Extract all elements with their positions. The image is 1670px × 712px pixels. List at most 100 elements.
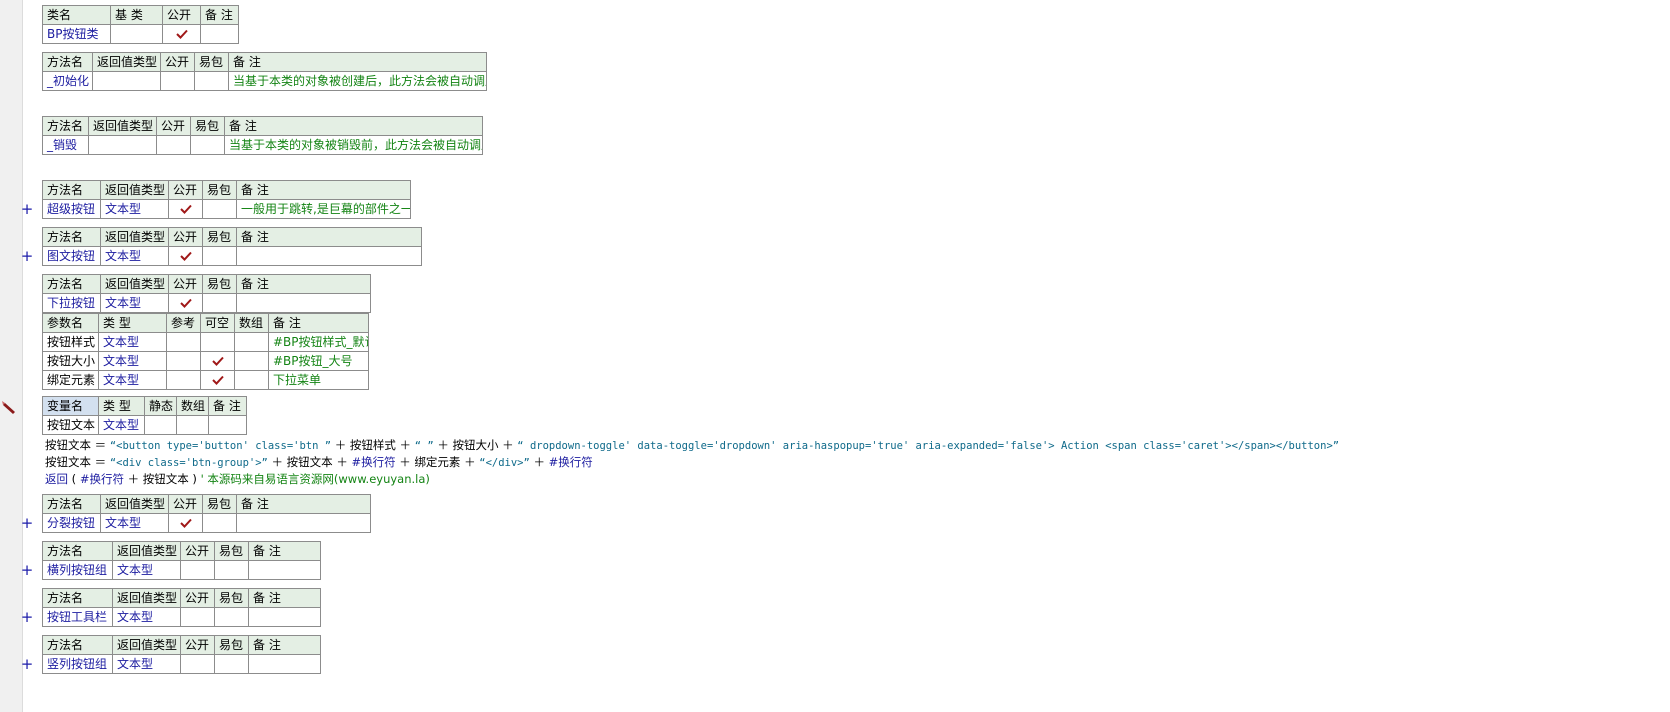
param-note-cell[interactable]: #BP按钮_大号 <box>268 351 369 371</box>
return-type-cell[interactable]: 文本型 <box>100 293 169 313</box>
public-cell[interactable] <box>160 71 195 91</box>
method-note-cell[interactable] <box>236 246 422 266</box>
param-nullable-cell[interactable] <box>200 370 235 390</box>
return-type-cell[interactable] <box>92 71 161 91</box>
class-note-cell[interactable] <box>200 24 239 44</box>
method-row: 横列按钮组 文本型 <box>42 560 321 580</box>
method-header-row: 方法名 返回值类型 公开 易包备 注 <box>42 635 321 655</box>
public-cell[interactable] <box>180 654 215 674</box>
public-cell[interactable] <box>168 293 203 313</box>
expand-plus-icon[interactable]: + <box>20 610 34 625</box>
easy-package-cell[interactable] <box>202 293 237 313</box>
param-array-cell[interactable] <box>234 351 269 371</box>
expand-plus-icon[interactable]: + <box>20 249 34 264</box>
local-var-note-cell[interactable] <box>208 415 247 435</box>
public-cell[interactable] <box>180 607 215 627</box>
method-note-cell[interactable] <box>248 654 321 674</box>
param-name-cell[interactable]: 按钮大小 <box>42 351 99 371</box>
method-name-cell[interactable]: 分裂按钮 <box>42 513 101 533</box>
checkmark-icon <box>179 251 192 261</box>
header-cell: 参数名 <box>42 313 99 333</box>
method-name-cell[interactable]: 横列按钮组 <box>42 560 113 580</box>
method-name-cell[interactable]: _初始化 <box>42 71 93 91</box>
method-note-cell[interactable]: 当基于本类的对象被创建后，此方法会被自动调用 <box>228 71 487 91</box>
easy-package-cell[interactable] <box>202 513 237 533</box>
header-cell: 返回值类型 <box>112 588 181 608</box>
header-cell: 类 型 <box>98 396 145 416</box>
method-name-cell[interactable]: 图文按钮 <box>42 246 101 266</box>
return-type-cell[interactable]: 文本型 <box>100 513 169 533</box>
param-type-cell[interactable]: 文本型 <box>98 370 167 390</box>
code-variable: 按钮文本 <box>286 455 333 469</box>
easy-package-cell[interactable] <box>214 654 249 674</box>
easy-package-cell[interactable] <box>190 135 225 155</box>
expand-plus-icon[interactable]: + <box>20 202 34 217</box>
param-type-cell[interactable]: 文本型 <box>98 332 167 352</box>
code-line-2[interactable]: 按钮文本 ＝ “<div class='btn-group'>” ＋ 按钮文本 … <box>45 454 593 471</box>
method-note-cell[interactable]: 一般用于跳转,是巨幕的部件之一 <box>236 199 411 219</box>
public-cell[interactable] <box>168 246 203 266</box>
local-var-name-cell[interactable]: 按钮文本 <box>42 415 99 435</box>
param-type-cell[interactable]: 文本型 <box>98 351 167 371</box>
expand-plus-icon[interactable]: + <box>20 657 34 672</box>
header-cell: 备 注 <box>228 52 487 72</box>
local-var-static-cell[interactable] <box>144 415 177 435</box>
easy-package-cell[interactable] <box>194 71 229 91</box>
param-note-cell[interactable]: 下拉菜单 <box>268 370 369 390</box>
header-cell: 备 注 <box>236 227 422 247</box>
code-variable: 按钮文本 <box>45 438 91 452</box>
return-type-cell[interactable]: 文本型 <box>112 560 181 580</box>
header-cell: 易包 <box>214 635 249 655</box>
return-type-cell[interactable]: 文本型 <box>100 246 169 266</box>
class-row: BP按钮类 <box>42 24 239 44</box>
return-type-cell[interactable]: 文本型 <box>112 654 181 674</box>
param-name-cell[interactable]: 绑定元素 <box>42 370 99 390</box>
public-cell[interactable] <box>180 560 215 580</box>
code-line-1[interactable]: 按钮文本 ＝ “<button type='button' class='btn… <box>45 437 1339 454</box>
method-name-cell[interactable]: 竖列按钮组 <box>42 654 113 674</box>
method-note-cell[interactable] <box>248 607 321 627</box>
code-operator: ＋ <box>334 438 347 452</box>
method-note-cell[interactable]: 当基于本类的对象被销毁前，此方法会被自动调用 <box>224 135 483 155</box>
param-nullable-cell[interactable] <box>200 332 235 352</box>
public-cell[interactable] <box>168 513 203 533</box>
method-name-cell[interactable]: _销毁 <box>42 135 89 155</box>
param-ref-cell[interactable] <box>166 332 201 352</box>
method-note-cell[interactable] <box>236 293 371 313</box>
easy-package-cell[interactable] <box>214 560 249 580</box>
return-type-cell[interactable]: 文本型 <box>112 607 181 627</box>
param-note-cell[interactable]: #BP按钮样式_默认 <box>268 332 369 352</box>
method-name-cell[interactable]: 下拉按钮 <box>42 293 101 313</box>
param-ref-cell[interactable] <box>166 370 201 390</box>
method-row: 按钮工具栏 文本型 <box>42 607 321 627</box>
param-nullable-cell[interactable] <box>200 351 235 371</box>
method-name-cell[interactable]: 超级按钮 <box>42 199 101 219</box>
param-array-cell[interactable] <box>234 370 269 390</box>
easy-package-cell[interactable] <box>202 199 237 219</box>
public-cell[interactable] <box>156 135 191 155</box>
code-string: “</div>” <box>479 457 530 469</box>
class-base-cell[interactable] <box>110 24 163 44</box>
return-type-cell[interactable]: 文本型 <box>100 199 169 219</box>
method-note-cell[interactable] <box>248 560 321 580</box>
param-array-cell[interactable] <box>234 332 269 352</box>
param-name-cell[interactable]: 按钮样式 <box>42 332 99 352</box>
class-public-cell[interactable] <box>162 24 201 44</box>
param-ref-cell[interactable] <box>166 351 201 371</box>
expand-plus-icon[interactable]: + <box>20 516 34 531</box>
easy-package-cell[interactable] <box>202 246 237 266</box>
code-variable: 按钮样式 <box>349 438 396 452</box>
expand-plus-icon[interactable]: + <box>20 563 34 578</box>
return-type-cell[interactable] <box>88 135 157 155</box>
local-var-array-cell[interactable] <box>176 415 209 435</box>
header-cell: 返回值类型 <box>100 274 169 294</box>
code-line-3[interactable]: 返回 ( #换行符 ＋ 按钮文本 ) ' 本源码来自易语言资源网(www.eyu… <box>45 471 430 487</box>
class-name-cell[interactable]: BP按钮类 <box>42 24 111 44</box>
public-cell[interactable] <box>168 199 203 219</box>
code-string: “<div class='btn-group'>” <box>109 457 268 469</box>
header-cell: 备 注 <box>248 541 321 561</box>
local-var-type-cell[interactable]: 文本型 <box>98 415 145 435</box>
method-note-cell[interactable] <box>236 513 371 533</box>
method-name-cell[interactable]: 按钮工具栏 <box>42 607 113 627</box>
easy-package-cell[interactable] <box>214 607 249 627</box>
